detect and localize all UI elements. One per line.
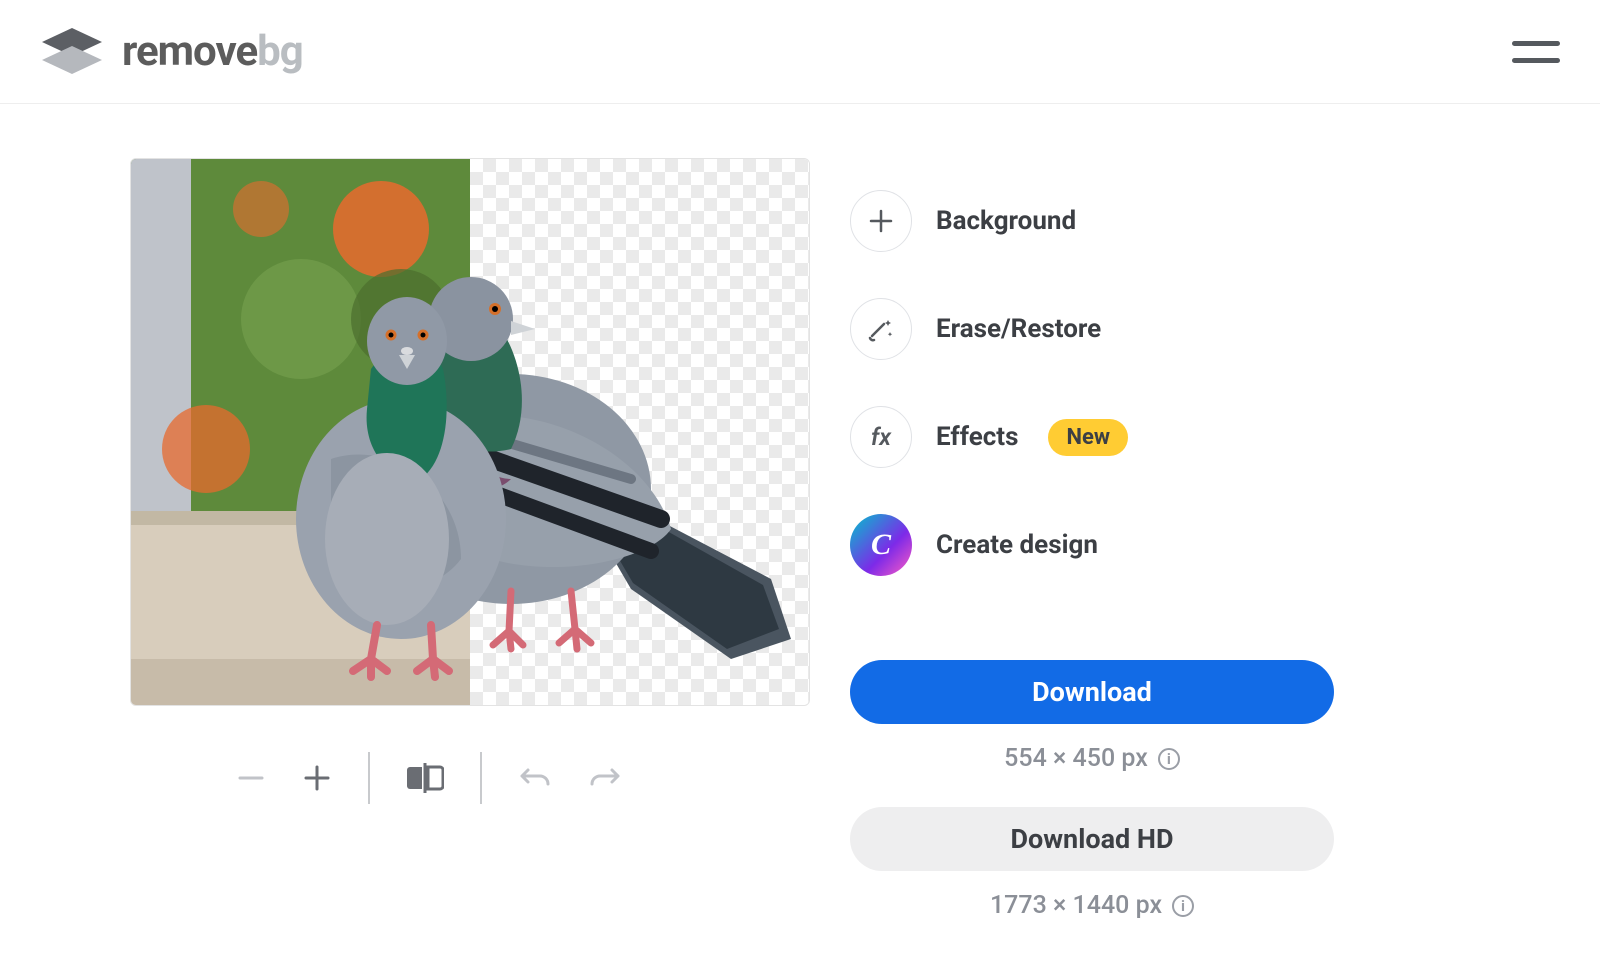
toolbar-divider (368, 752, 370, 804)
background-label: Background (936, 206, 1076, 236)
plus-icon (850, 190, 912, 252)
header: removebg (0, 0, 1600, 104)
menu-icon[interactable] (1512, 34, 1560, 70)
erase-restore-tool-button[interactable]: Erase/Restore (850, 298, 1470, 360)
download-dimensions: 554 × 450 px i (850, 744, 1334, 773)
preview-toolbar (130, 734, 810, 822)
erase-restore-label: Erase/Restore (936, 314, 1101, 344)
download-button-label: Download (1032, 676, 1152, 708)
download-button[interactable]: Download (850, 660, 1334, 724)
download-dimensions-text: 554 × 450 px (1004, 744, 1148, 773)
info-icon[interactable]: i (1172, 895, 1194, 917)
download-hd-button-label: Download HD (1010, 823, 1173, 855)
redo-button[interactable] (588, 764, 622, 792)
create-design-button[interactable]: C Create design (850, 514, 1470, 576)
fx-icon: fx (850, 406, 912, 468)
compare-toggle-button[interactable] (406, 761, 444, 795)
zoom-out-button[interactable] (236, 763, 266, 793)
effects-label: Effects (936, 422, 1018, 452)
create-design-label: Create design (936, 530, 1098, 560)
new-badge: New (1048, 419, 1128, 456)
undo-button[interactable] (518, 764, 552, 792)
canva-icon: C (850, 514, 912, 576)
logo-text-remove: remove (122, 27, 257, 76)
transparent-background (470, 159, 809, 705)
logo-text: removebg (122, 27, 303, 76)
download-hd-dimensions: 1773 × 1440 px i (850, 891, 1334, 920)
zoom-in-button[interactable] (302, 763, 332, 793)
logo-text-bg: bg (257, 27, 303, 76)
background-tool-button[interactable]: Background (850, 190, 1470, 252)
effects-tool-button[interactable]: fx Effects New (850, 406, 1470, 468)
download-section: Download 554 × 450 px i Download HD 1773… (850, 660, 1470, 920)
info-icon[interactable]: i (1158, 748, 1180, 770)
original-background (131, 159, 470, 705)
edit-tools-list: Background Erase/Restore fx (850, 158, 1470, 576)
download-hd-button[interactable]: Download HD (850, 807, 1334, 871)
logo[interactable]: removebg (40, 26, 303, 78)
toolbar-divider (480, 752, 482, 804)
logo-mark-icon (40, 26, 104, 78)
magic-brush-icon (850, 298, 912, 360)
image-preview[interactable] (130, 158, 810, 706)
download-hd-dimensions-text: 1773 × 1440 px (990, 891, 1162, 920)
